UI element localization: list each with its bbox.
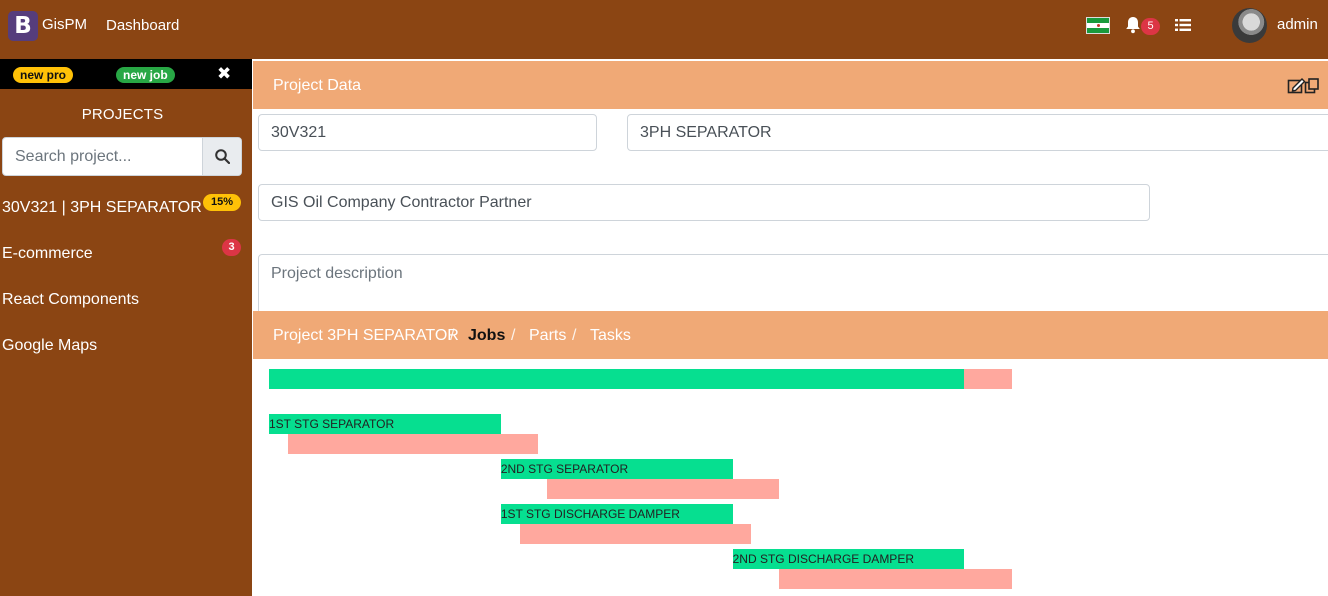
notification-count-badge: 5 xyxy=(1141,18,1160,35)
breadcrumb: Project 3PH SEPARATOR / Jobs / Parts / T… xyxy=(253,311,1328,359)
gantt-actual-bar[interactable] xyxy=(520,524,752,544)
project-data-header: Project Data xyxy=(253,61,1328,109)
search-button[interactable] xyxy=(202,138,241,175)
breadcrumb-project[interactable]: Project 3PH SEPARATOR xyxy=(273,327,459,345)
project-description-field[interactable]: Project description xyxy=(258,254,1328,316)
project-client-field[interactable]: GIS Oil Company Contractor Partner xyxy=(258,184,1150,221)
gantt-chart: 1ST STG SEPARATOR 2ND STG SEPARATOR 1ST ST… xyxy=(253,359,1328,596)
edit-icon[interactable] xyxy=(1287,76,1321,96)
sidebar-item-google-maps[interactable]: Google Maps xyxy=(2,337,97,355)
list-icon[interactable] xyxy=(1175,18,1191,32)
gantt-actual-bar[interactable] xyxy=(288,434,538,454)
search-icon xyxy=(215,149,230,164)
flag-icon[interactable] xyxy=(1086,17,1110,34)
sidebar-item-react-components[interactable]: React Components xyxy=(2,291,139,309)
gantt-task-label: 1ST STG DISCHARGE DAMPER xyxy=(500,507,680,521)
project-search xyxy=(2,137,242,176)
user-avatar[interactable] xyxy=(1232,8,1267,43)
gantt-actual-bar[interactable] xyxy=(964,369,1012,389)
count-badge: 3 xyxy=(222,239,241,256)
search-input[interactable] xyxy=(3,138,202,175)
new-job-button[interactable]: new job xyxy=(116,67,175,83)
gantt-task-label: 2ND STG SEPARATOR xyxy=(500,462,629,476)
sidebar-toolbar: new pro new job ✖ xyxy=(0,59,252,89)
close-icon[interactable]: ✖ xyxy=(217,64,231,84)
sidebar-item-ecommerce[interactable]: E-commerce xyxy=(2,245,93,263)
sidebar: new pro new job ✖ PROJECTS 30V321 | 3PH … xyxy=(0,59,252,596)
brand-logo-icon[interactable]: B xyxy=(8,11,38,41)
project-code-field[interactable]: 30V321 xyxy=(258,114,597,151)
bell-icon[interactable] xyxy=(1125,16,1141,34)
user-name[interactable]: admin xyxy=(1277,16,1318,33)
breadcrumb-separator: / xyxy=(511,327,516,344)
breadcrumb-parts[interactable]: Parts xyxy=(529,327,566,345)
brand-name[interactable]: GisPM xyxy=(42,16,87,33)
gantt-actual-bar[interactable] xyxy=(546,479,780,499)
project-name-field[interactable]: 3PH SEPARATOR xyxy=(627,114,1328,151)
breadcrumb-separator: / xyxy=(450,327,455,344)
breadcrumb-separator: / xyxy=(572,327,577,344)
progress-badge: 15% xyxy=(203,194,241,211)
projects-heading: PROJECTS xyxy=(81,106,164,123)
gantt-actual-bar[interactable] xyxy=(779,569,1012,589)
project-data-title: Project Data xyxy=(273,77,362,94)
gantt-task-label: 2ND STG DISCHARGE DAMPER xyxy=(732,552,914,566)
nav-link-dashboard[interactable]: Dashboard xyxy=(106,17,179,34)
sidebar-item-30v321[interactable]: 30V321 | 3PH SEPARATOR xyxy=(2,199,202,217)
gantt-plan-bar[interactable] xyxy=(269,369,965,389)
gantt-task-label: 1ST STG SEPARATOR xyxy=(269,417,395,431)
top-navbar: B GisPM Dashboard 5 admin xyxy=(0,0,1328,59)
new-project-button[interactable]: new pro xyxy=(13,67,74,83)
main-content: Project Data 30V321 3PH SEPARATOR GIS Oi… xyxy=(253,59,1328,596)
breadcrumb-jobs[interactable]: Jobs xyxy=(468,327,505,345)
breadcrumb-tasks[interactable]: Tasks xyxy=(590,327,631,345)
